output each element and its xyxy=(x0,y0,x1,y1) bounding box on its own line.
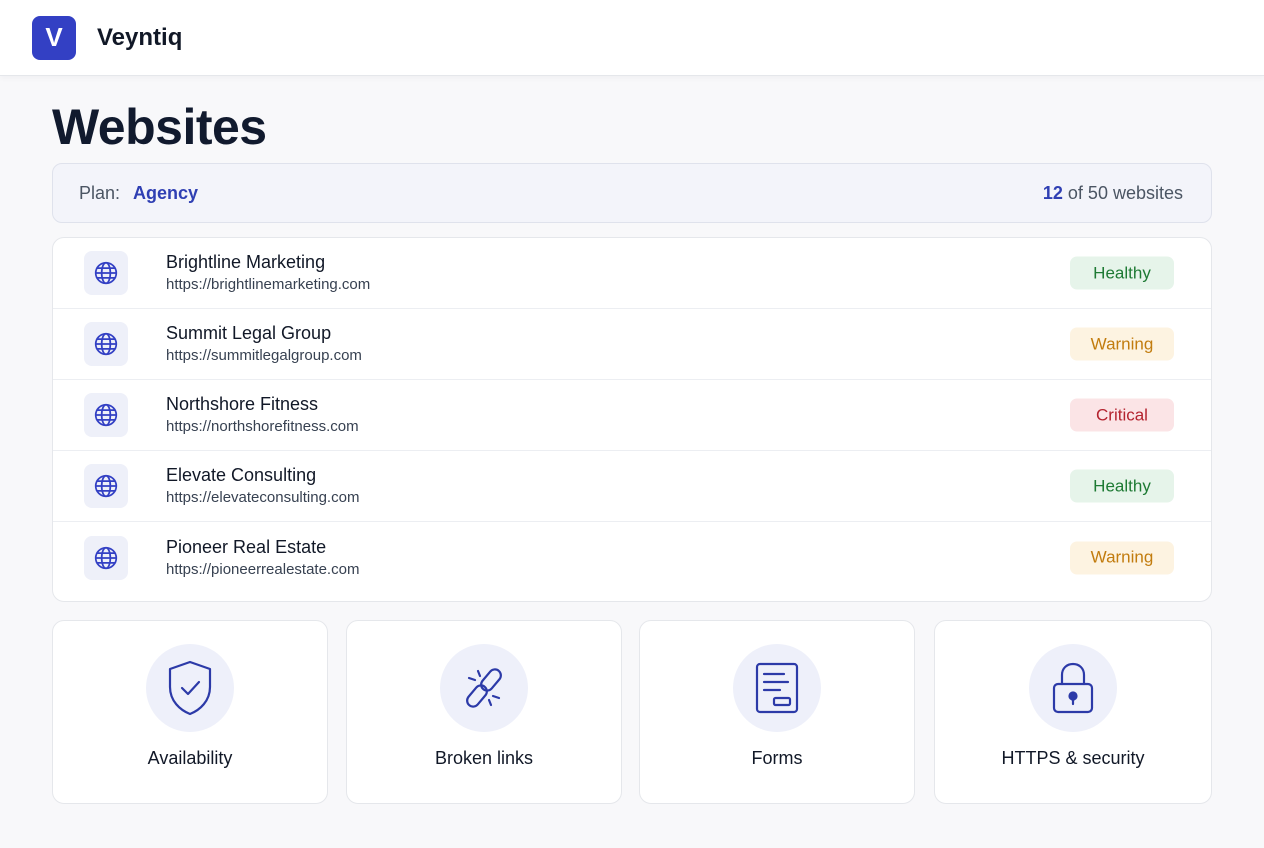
website-row[interactable]: Summit Legal Group https://summitlegalgr… xyxy=(53,309,1211,380)
app-logo[interactable]: V xyxy=(32,15,76,60)
website-list: Brightline Marketing https://brightlinem… xyxy=(52,237,1212,602)
plan-name[interactable]: Agency xyxy=(133,183,198,203)
website-name: Elevate Consulting xyxy=(166,465,317,485)
globe-icon xyxy=(84,322,128,366)
website-row[interactable]: Pioneer Real Estate https://pioneerreale… xyxy=(53,522,1211,593)
plan-info: Plan: Agency xyxy=(79,183,198,204)
feature-card-forms[interactable]: Forms xyxy=(639,620,915,804)
feature-card-label: Forms xyxy=(751,748,803,768)
status-badge: Warning xyxy=(1070,327,1174,361)
globe-icon xyxy=(84,464,128,508)
shield-check-icon xyxy=(146,644,234,732)
feature-card-broken-links[interactable]: Broken links xyxy=(346,620,622,804)
globe-icon xyxy=(84,393,128,437)
website-usage: 12 of 50 websites xyxy=(1043,183,1183,204)
app-name: Veyntiq xyxy=(97,23,183,51)
form-icon xyxy=(733,644,821,732)
feature-card-label: HTTPS & security xyxy=(1001,748,1145,768)
website-usage-suffix: of 50 websites xyxy=(1067,182,1183,203)
website-url[interactable]: https://brightlinemarketing.com xyxy=(166,275,370,295)
website-row[interactable]: Brightline Marketing https://brightlinem… xyxy=(53,238,1211,309)
globe-icon xyxy=(84,251,128,295)
feature-card-label: Availability xyxy=(147,748,233,768)
feature-card-label: Broken links xyxy=(434,748,534,768)
website-row[interactable]: Northshore Fitness https://northshorefit… xyxy=(53,380,1211,451)
status-badge: Healthy xyxy=(1070,256,1174,290)
plan-summary: Plan: Agency 12 of 50 websites xyxy=(52,163,1212,223)
website-name: Northshore Fitness xyxy=(166,394,319,414)
website-name: Pioneer Real Estate xyxy=(166,536,327,557)
feature-card-https-security[interactable]: HTTPS & security xyxy=(934,620,1212,804)
website-url[interactable]: https://pioneerrealestate.com xyxy=(166,560,359,580)
website-name: Summit Legal Group xyxy=(166,323,332,343)
lock-icon xyxy=(1029,644,1117,732)
status-badge: Warning xyxy=(1070,541,1174,574)
plan-label: Plan: xyxy=(79,182,121,203)
website-name: Brightline Marketing xyxy=(166,252,326,272)
feature-card-availability[interactable]: Availability xyxy=(52,620,328,804)
website-usage-count: 12 xyxy=(1042,182,1063,203)
page-title: Websites xyxy=(52,99,267,155)
website-url[interactable]: https://summitlegalgroup.com xyxy=(166,346,362,366)
website-url[interactable]: https://northshorefitness.com xyxy=(166,417,359,437)
globe-icon xyxy=(84,535,128,580)
status-badge: Healthy xyxy=(1070,469,1174,503)
broken-link-icon xyxy=(440,644,528,732)
website-row[interactable]: Elevate Consulting https://elevateconsul… xyxy=(53,451,1211,522)
top-bar: V Veyntiq xyxy=(0,0,1264,76)
status-badge: Critical xyxy=(1070,398,1174,432)
website-url[interactable]: https://elevateconsulting.com xyxy=(166,488,359,508)
feature-cards: Availability Broken links Forms HTTPS & … xyxy=(52,620,1212,804)
